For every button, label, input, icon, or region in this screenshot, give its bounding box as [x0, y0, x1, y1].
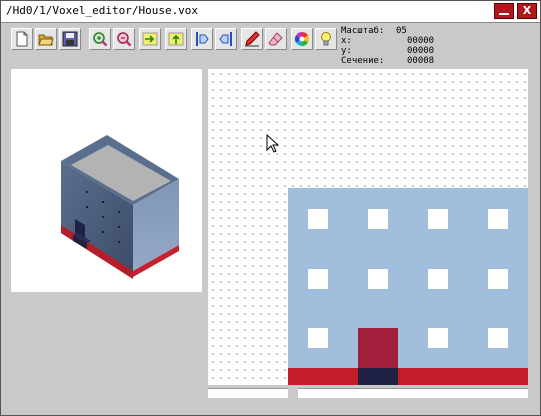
palette-button[interactable]: [291, 28, 313, 50]
y-value: 00000: [407, 46, 435, 56]
move-up-button[interactable]: [165, 28, 187, 50]
window-title: /Hd0/1/Voxel_editor/House.vox: [6, 4, 199, 17]
eraser-button[interactable]: [265, 28, 287, 50]
zoom-in-icon: [93, 32, 108, 47]
editor-scrollbar-left[interactable]: [208, 388, 288, 398]
status-readout: Масштаб: 05 x: 00000 y: 00000 Сечение: 00008: [341, 26, 541, 66]
title-bar[interactable]: /Hd0/1/Voxel_editor/House.vox X: [1, 1, 540, 23]
slice-forward-icon: [196, 32, 209, 46]
x-value: 00000: [407, 36, 435, 46]
minimize-button[interactable]: [494, 3, 514, 19]
move-right-button[interactable]: [139, 28, 161, 50]
arrow-up-icon: [168, 32, 184, 46]
light-bulb-icon: [321, 32, 331, 46]
color-palette-icon: [295, 32, 309, 46]
new-file-button[interactable]: [11, 28, 33, 50]
open-file-button[interactable]: [35, 28, 57, 50]
house-front-slice: [266, 133, 528, 385]
section-label: Сечение:: [341, 56, 385, 66]
y-label: y:: [341, 46, 352, 56]
isometric-preview[interactable]: [11, 69, 202, 292]
zoom-out-icon: [117, 32, 132, 47]
open-folder-icon: [38, 34, 54, 46]
scale-value: 05: [396, 26, 407, 36]
zoom-in-button[interactable]: [89, 28, 111, 50]
slice-forward-button[interactable]: [191, 28, 213, 50]
slice-editor-canvas[interactable]: [208, 69, 528, 385]
house-3d-model: [61, 135, 179, 279]
close-icon: X: [522, 4, 532, 17]
mouse-cursor-icon: [266, 133, 280, 153]
slice-back-button[interactable]: [215, 28, 237, 50]
section-value: 00008: [407, 56, 435, 66]
eraser-icon: [268, 32, 283, 46]
floppy-disk-icon: [62, 31, 78, 47]
pencil-icon: [245, 31, 260, 47]
new-file-icon: [16, 31, 28, 47]
slice-back-icon: [219, 32, 232, 46]
light-button[interactable]: [315, 28, 337, 50]
voxel-editor-window: /Hd0/1/Voxel_editor/House.vox X Масштаб:…: [0, 0, 541, 416]
close-button[interactable]: X: [517, 3, 537, 19]
zoom-out-button[interactable]: [113, 28, 135, 50]
arrow-right-icon: [142, 32, 158, 46]
pencil-button[interactable]: [241, 28, 263, 50]
save-file-button[interactable]: [59, 28, 81, 50]
scale-label: Масштаб:: [341, 26, 385, 36]
editor-scrollbar-right[interactable]: [298, 388, 528, 398]
x-label: x:: [341, 36, 352, 46]
